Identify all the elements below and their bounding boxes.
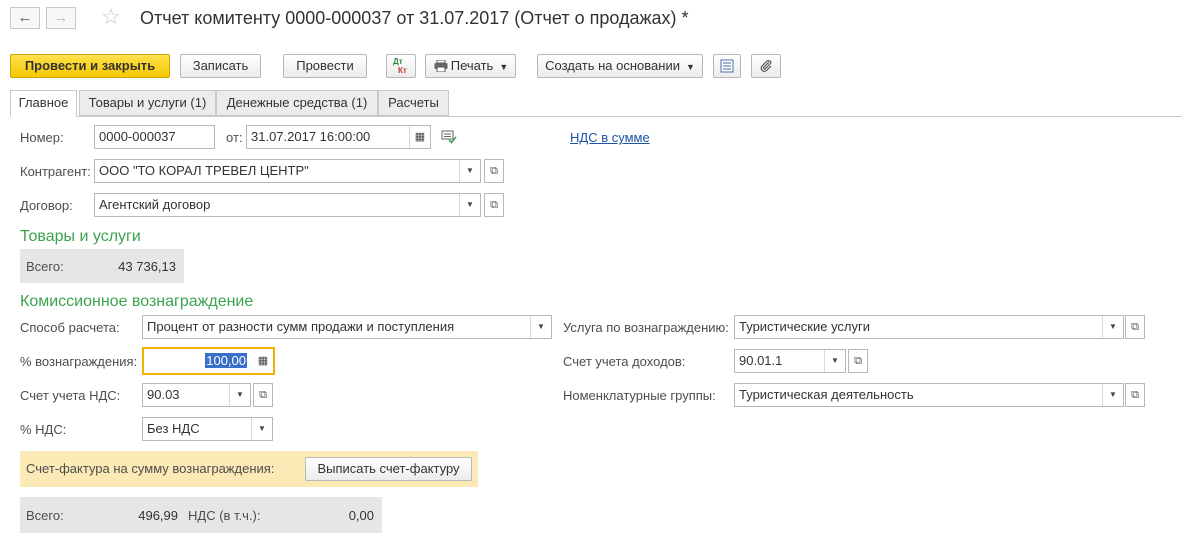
goods-total-panel: Всего: 43 736,13 <box>20 249 184 283</box>
vat-rate-label: % НДС: <box>20 422 67 437</box>
chevron-down-icon[interactable]: ▼ <box>229 384 250 406</box>
goods-total-label: Всего: <box>26 259 64 274</box>
post-and-close-button[interactable]: Провести и закрыть <box>10 54 170 78</box>
commission-total-panel: Всего: 496,99 НДС (в т.ч.): 0,00 <box>20 497 382 533</box>
chevron-down-icon[interactable]: ▼ <box>1102 384 1123 406</box>
goods-total-value: 43 736,13 <box>118 259 176 274</box>
chevron-down-icon[interactable]: ▼ <box>459 160 480 182</box>
open-icon[interactable]: ⧉ <box>253 383 273 407</box>
contract-label: Договор: <box>20 198 73 213</box>
calendar-icon[interactable]: ▦ <box>409 126 430 148</box>
vat-included-value: 0,00 <box>348 508 374 523</box>
vat-rate-field[interactable]: Без НДС ▼ <box>142 417 273 441</box>
structure-icon <box>720 59 734 73</box>
contract-field[interactable]: Агентский договор ▼ <box>94 193 481 217</box>
arrow-left-icon: ← <box>17 9 33 26</box>
chevron-down-icon[interactable]: ▼ <box>459 194 480 216</box>
commission-section-title: Комиссионное вознаграждение <box>20 293 254 310</box>
date-label: от: <box>226 130 243 145</box>
open-icon[interactable]: ⧉ <box>1125 315 1145 339</box>
nomenclature-field[interactable]: Туристическая деятельность ▼ <box>734 383 1124 407</box>
create-based-on-button[interactable]: Создать на основании ▼ <box>537 54 703 78</box>
chevron-down-icon[interactable]: ▼ <box>1102 316 1123 338</box>
goods-section-title: Товары и услуги <box>20 228 141 245</box>
forward-button[interactable]: → <box>46 7 76 29</box>
structure-button[interactable] <box>713 54 741 78</box>
open-icon[interactable]: ⧉ <box>1125 383 1145 407</box>
nomenclature-value: Туристическая деятельность <box>739 387 914 402</box>
service-label: Услуга по вознаграждению: <box>563 320 729 335</box>
post-button[interactable]: Провести <box>283 54 367 78</box>
printer-icon <box>434 60 448 72</box>
tab-goods-services[interactable]: Товары и услуги (1) <box>79 90 216 116</box>
date-field[interactable]: 31.07.2017 16:00:00 ▦ <box>246 125 431 149</box>
print-button[interactable]: Печать ▼ <box>425 54 516 78</box>
dtkt-button[interactable]: Дт Кт <box>386 54 416 78</box>
counterparty-field[interactable]: ООО "ТО КОРАЛ ТРЕВЕЛ ЦЕНТР" ▼ <box>94 159 481 183</box>
invoice-panel: Счет-фактура на сумму вознаграждения: Вы… <box>20 451 478 487</box>
chevron-down-icon[interactable]: ▼ <box>251 418 272 440</box>
dtkt-icon: Дт Кт <box>393 57 407 75</box>
percent-label: % вознаграждения: <box>20 354 138 369</box>
open-icon[interactable]: ⧉ <box>484 193 504 217</box>
counterparty-value: ООО "ТО КОРАЛ ТРЕВЕЛ ЦЕНТР" <box>99 163 309 178</box>
percent-value: 100,00 <box>205 353 247 368</box>
date-value: 31.07.2017 16:00:00 <box>251 129 371 144</box>
paperclip-icon <box>760 60 772 72</box>
counterparty-label: Контрагент: <box>20 164 91 179</box>
vat-included-label: НДС (в т.ч.): <box>188 508 261 523</box>
percent-field[interactable]: 100,00 ▦ <box>142 347 275 375</box>
page-title: Отчет комитенту 0000-000037 от 31.07.201… <box>140 8 689 28</box>
chevron-down-icon: ▼ <box>685 62 695 72</box>
calculator-icon[interactable]: ▦ <box>253 349 273 373</box>
open-icon[interactable]: ⧉ <box>484 159 504 183</box>
arrow-right-icon: → <box>53 9 69 26</box>
tab-settlements[interactable]: Расчеты <box>378 90 449 116</box>
chevron-down-icon[interactable]: ▼ <box>530 316 551 338</box>
commission-total-label: Всего: <box>26 508 64 523</box>
save-button[interactable]: Записать <box>180 54 261 78</box>
method-field[interactable]: Процент от разности сумм продажи и посту… <box>142 315 552 339</box>
income-account-field[interactable]: 90.01.1 ▼ <box>734 349 846 373</box>
tab-main[interactable]: Главное <box>10 90 77 117</box>
vat-account-field[interactable]: 90.03 ▼ <box>142 383 251 407</box>
invoice-label: Счет-фактура на сумму вознаграждения: <box>26 461 275 476</box>
contract-value: Агентский договор <box>99 197 211 212</box>
attach-button[interactable] <box>751 54 781 78</box>
check-document-icon[interactable] <box>441 130 457 144</box>
open-icon[interactable]: ⧉ <box>848 349 868 373</box>
income-account-label: Счет учета доходов: <box>563 354 686 369</box>
vat-in-sum-link[interactable]: НДС в сумме <box>570 130 650 145</box>
star-icon[interactable]: ☆ <box>101 4 121 30</box>
income-account-value: 90.01.1 <box>739 353 783 368</box>
chevron-down-icon: ▼ <box>499 62 509 72</box>
service-field[interactable]: Туристические услуги ▼ <box>734 315 1124 339</box>
vat-rate-value: Без НДС <box>147 421 200 436</box>
commission-total-value: 496,99 <box>138 508 178 523</box>
number-label: Номер: <box>20 130 64 145</box>
service-value: Туристические услуги <box>739 319 871 334</box>
method-label: Способ расчета: <box>20 320 120 335</box>
create-based-label: Создать на основании <box>545 58 680 73</box>
nomenclature-label: Номенклатурные группы: <box>563 388 716 403</box>
tab-divider <box>10 116 1182 117</box>
vat-account-value: 90.03 <box>147 387 180 402</box>
back-button[interactable]: ← <box>10 7 40 29</box>
chevron-down-icon[interactable]: ▼ <box>824 350 845 372</box>
method-value: Процент от разности сумм продажи и посту… <box>147 319 455 334</box>
number-field[interactable]: 0000-000037 <box>94 125 215 149</box>
tab-cash[interactable]: Денежные средства (1) <box>216 90 378 116</box>
issue-invoice-button[interactable]: Выписать счет-фактуру <box>305 457 472 481</box>
vat-account-label: Счет учета НДС: <box>20 388 121 403</box>
print-label: Печать <box>450 58 494 73</box>
